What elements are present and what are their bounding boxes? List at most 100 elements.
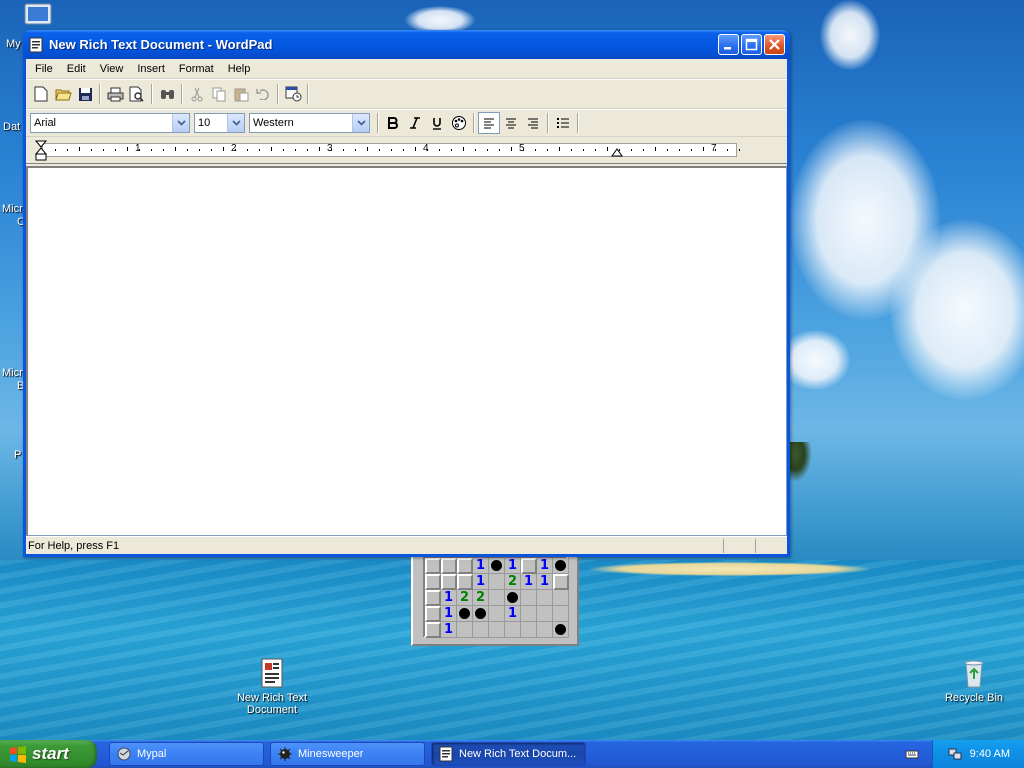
mine-cell[interactable] [489, 574, 505, 590]
color-button[interactable] [448, 112, 470, 134]
close-button[interactable] [764, 34, 785, 55]
mine-cell[interactable]: 1 [537, 558, 553, 574]
find-button[interactable] [156, 83, 178, 105]
mine-cell[interactable] [425, 574, 441, 590]
menu-insert[interactable]: Insert [130, 63, 172, 75]
mine-cell[interactable] [537, 622, 553, 638]
minimize-button[interactable] [718, 34, 739, 55]
mine-cell-mine[interactable] [489, 558, 505, 574]
minesweeper-grid[interactable]: 1111211122111 [423, 556, 569, 638]
keyboard-icon[interactable] [905, 747, 919, 761]
minesweeper-window[interactable]: 1111211122111 [411, 552, 579, 646]
mine-cell[interactable] [425, 606, 441, 622]
document-editor[interactable] [26, 166, 787, 536]
desktop-label-my[interactable]: My [6, 38, 21, 50]
mine-cell[interactable] [521, 590, 537, 606]
maximize-button[interactable] [741, 34, 762, 55]
font-name-combo[interactable]: Arial [30, 113, 190, 133]
copy-button[interactable] [208, 83, 230, 105]
mine-cell-mine[interactable] [553, 558, 569, 574]
mine-cell[interactable]: 1 [473, 558, 489, 574]
menu-file[interactable]: File [28, 63, 60, 75]
desktop-icon-new-rich-text-document[interactable]: New Rich Text Document [232, 657, 312, 716]
clock[interactable]: 9:40 AM [970, 748, 1010, 760]
mine-cell[interactable]: 1 [505, 606, 521, 622]
mine-cell[interactable] [521, 622, 537, 638]
align-left-button[interactable] [478, 112, 500, 134]
task-wordpad[interactable]: New Rich Text Docum... [431, 742, 586, 766]
font-size-combo[interactable]: 10 [194, 113, 245, 133]
mine-cell[interactable] [441, 558, 457, 574]
mine-cell[interactable]: 2 [457, 590, 473, 606]
print-button[interactable] [104, 83, 126, 105]
mine-cell[interactable]: 1 [505, 558, 521, 574]
indent-marker-icon[interactable] [35, 140, 47, 162]
mine-cell[interactable] [473, 622, 489, 638]
desktop-label-dat[interactable]: Dat [3, 121, 20, 133]
wordpad-window[interactable]: New Rich Text Document - WordPad File Ed… [23, 30, 790, 557]
menu-edit[interactable]: Edit [60, 63, 93, 75]
network-icon[interactable] [948, 747, 962, 761]
start-button[interactable]: start [0, 740, 97, 768]
mine-cell-mine[interactable] [505, 590, 521, 606]
mine-cell[interactable] [521, 558, 537, 574]
ruler[interactable]: 1 2 3 4 5 7 [26, 137, 787, 164]
mine-cell[interactable] [553, 606, 569, 622]
chevron-down-icon[interactable] [227, 114, 244, 132]
mine-cell[interactable] [537, 590, 553, 606]
mine-cell[interactable]: 1 [537, 574, 553, 590]
menu-view[interactable]: View [93, 63, 131, 75]
align-right-button[interactable] [522, 112, 544, 134]
mine-cell[interactable]: 2 [473, 590, 489, 606]
mine-cell[interactable] [553, 590, 569, 606]
desktop-label-p[interactable]: P [14, 449, 21, 461]
bullets-button[interactable] [552, 112, 574, 134]
open-button[interactable] [52, 83, 74, 105]
mine-cell[interactable] [457, 574, 473, 590]
mine-cell[interactable] [505, 622, 521, 638]
mine-cell-mine[interactable] [457, 606, 473, 622]
new-button[interactable] [30, 83, 52, 105]
italic-button[interactable] [404, 112, 426, 134]
desktop-icon-recycle-bin[interactable]: Recycle Bin [934, 657, 1014, 704]
mine-cell[interactable]: 2 [505, 574, 521, 590]
underline-button[interactable] [426, 112, 448, 134]
mine-cell[interactable] [457, 558, 473, 574]
mine-cell-mine[interactable] [473, 606, 489, 622]
mine-cell[interactable] [521, 606, 537, 622]
cut-button[interactable] [186, 83, 208, 105]
mine-cell[interactable] [457, 622, 473, 638]
undo-button[interactable] [252, 83, 274, 105]
chevron-down-icon[interactable] [352, 114, 369, 132]
ruler-track[interactable] [42, 143, 740, 157]
task-minesweeper[interactable]: Minesweeper [270, 742, 425, 766]
task-mypal[interactable]: Mypal [109, 742, 264, 766]
menu-help[interactable]: Help [221, 63, 258, 75]
mine-cell[interactable] [425, 622, 441, 638]
mine-cell[interactable] [441, 574, 457, 590]
mine-cell[interactable]: 1 [441, 590, 457, 606]
mine-cell[interactable] [425, 558, 441, 574]
script-combo[interactable]: Western [249, 113, 370, 133]
mine-cell[interactable] [425, 590, 441, 606]
mine-cell[interactable]: 1 [521, 574, 537, 590]
mine-cell[interactable]: 1 [473, 574, 489, 590]
mine-cell[interactable] [489, 590, 505, 606]
align-center-button[interactable] [500, 112, 522, 134]
mine-cell[interactable] [489, 606, 505, 622]
print-preview-button[interactable] [126, 83, 148, 105]
menu-format[interactable]: Format [172, 63, 221, 75]
mine-cell[interactable]: 1 [441, 606, 457, 622]
mine-cell[interactable] [489, 622, 505, 638]
title-bar[interactable]: New Rich Text Document - WordPad [23, 30, 790, 59]
paste-button[interactable] [230, 83, 252, 105]
bold-button[interactable] [382, 112, 404, 134]
date-time-button[interactable] [282, 83, 304, 105]
my-computer-icon[interactable] [22, 2, 56, 30]
mine-cell[interactable] [553, 574, 569, 590]
mine-cell[interactable] [537, 606, 553, 622]
mine-cell[interactable]: 1 [441, 622, 457, 638]
chevron-down-icon[interactable] [172, 114, 189, 132]
save-button[interactable] [74, 83, 96, 105]
mine-cell-mine[interactable] [553, 622, 569, 638]
